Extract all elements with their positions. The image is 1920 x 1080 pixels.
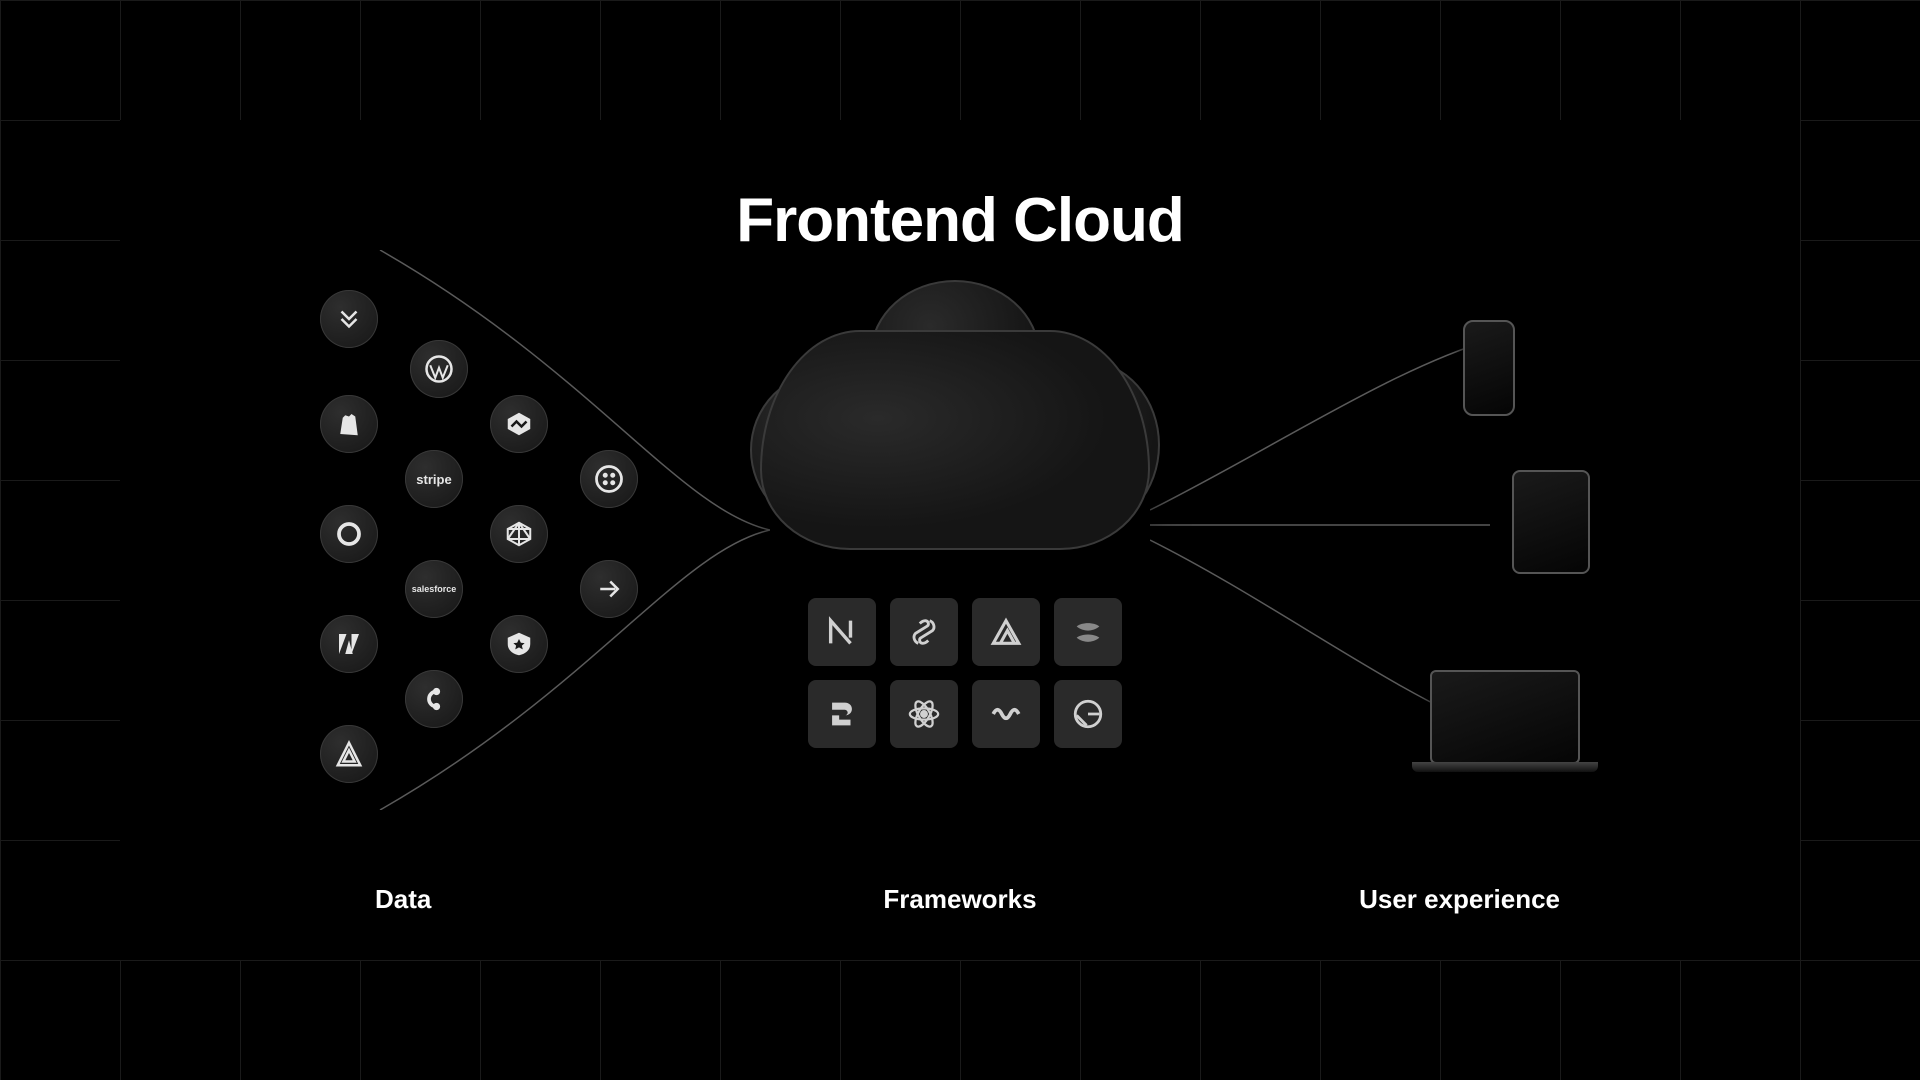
solid-icon bbox=[1054, 598, 1122, 666]
wordpress-icon bbox=[410, 340, 468, 398]
framework-grid bbox=[808, 598, 1122, 748]
nextjs-icon bbox=[808, 598, 876, 666]
column-label-ux: User experience bbox=[1359, 884, 1560, 915]
device-phone bbox=[1463, 320, 1515, 416]
sentry-icon bbox=[320, 725, 378, 783]
data-source-cluster: stripe salesforce bbox=[310, 280, 670, 760]
svelte-icon bbox=[890, 598, 958, 666]
sanity-icon bbox=[320, 505, 378, 563]
auth0-icon bbox=[490, 615, 548, 673]
remix-icon bbox=[808, 680, 876, 748]
gatsby-icon bbox=[1054, 680, 1122, 748]
cloud-graphic bbox=[760, 330, 1150, 550]
hexagon-icon bbox=[490, 395, 548, 453]
graphql-icon bbox=[490, 505, 548, 563]
arrow-icon bbox=[580, 560, 638, 618]
column-label-data: Data bbox=[375, 884, 431, 915]
swr-icon bbox=[972, 680, 1040, 748]
nuxt-icon bbox=[972, 598, 1040, 666]
twilio-icon bbox=[580, 450, 638, 508]
stripe-icon: stripe bbox=[405, 450, 463, 508]
page-title: Frontend Cloud bbox=[0, 185, 1920, 256]
column-label-frameworks: Frameworks bbox=[883, 884, 1036, 915]
salesforce-icon: salesforce bbox=[405, 560, 463, 618]
react-icon bbox=[890, 680, 958, 748]
contentful-icon bbox=[405, 670, 463, 728]
device-laptop-base bbox=[1412, 762, 1598, 772]
adobe-icon bbox=[320, 615, 378, 673]
hygraph-icon bbox=[320, 290, 378, 348]
device-laptop bbox=[1430, 670, 1580, 764]
device-tablet bbox=[1512, 470, 1590, 574]
shopify-icon bbox=[320, 395, 378, 453]
